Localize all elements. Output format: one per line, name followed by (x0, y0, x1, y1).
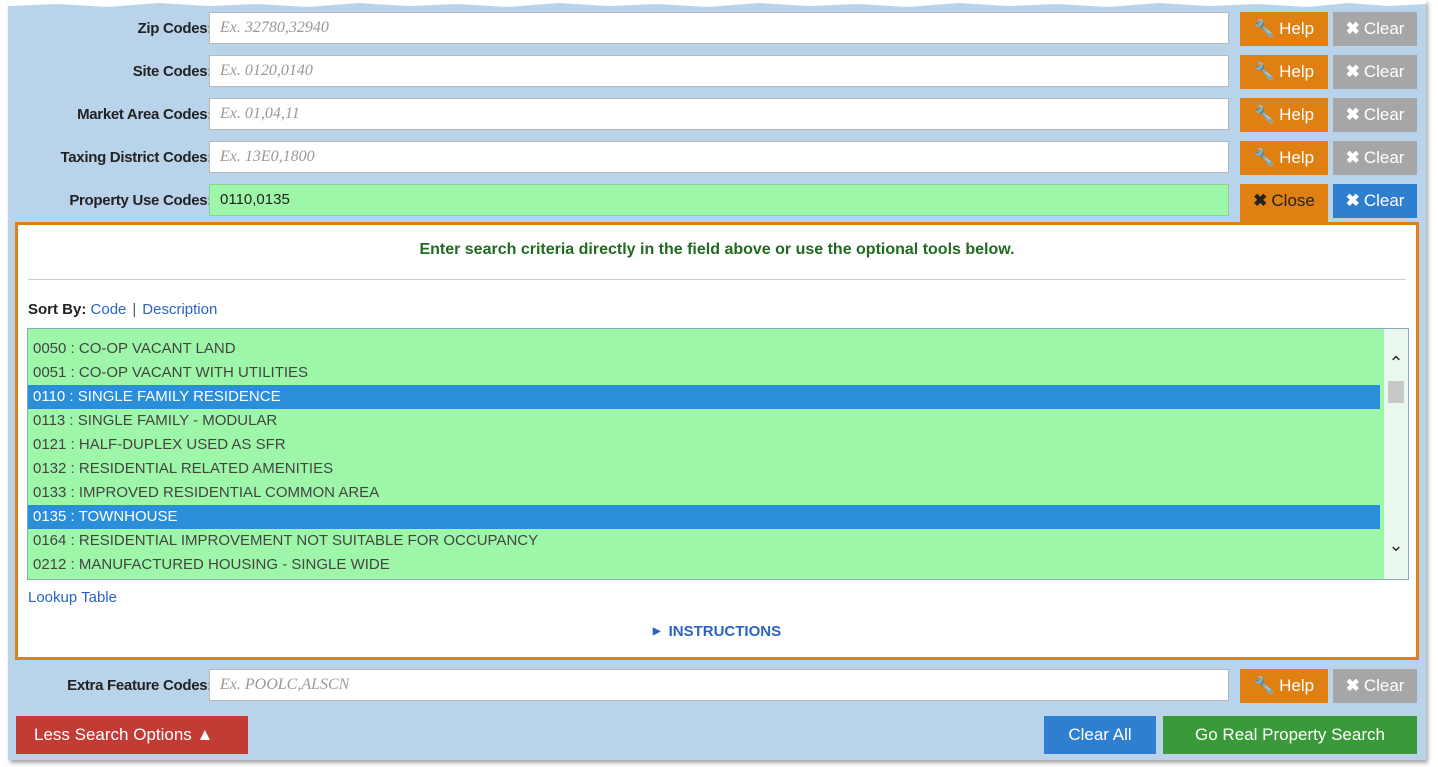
less-search-options-button[interactable]: Less Search Options ▲ (16, 716, 248, 754)
search-options-panel: Zip Codes: Ex. 32780,32940 🔧 Help ✖ Clear … (8, 0, 1426, 760)
chevron-up-icon[interactable]: ⌃ (1384, 351, 1408, 375)
go-real-property-search-button[interactable]: Go Real Property Search (1163, 716, 1417, 754)
property-use-codes-label: Property Use Codes: (69, 192, 212, 209)
clear-all-button[interactable]: Clear All (1044, 716, 1156, 754)
sort-by-code-link[interactable]: Code (91, 301, 127, 318)
sort-by-label: Sort By: (28, 301, 87, 318)
site-codes-help-button[interactable]: 🔧 Help (1240, 55, 1328, 89)
x-icon: ✖ (1345, 191, 1360, 210)
x-icon: ✖ (1345, 62, 1360, 81)
taxing-district-codes-input[interactable]: Ex. 13E0,1800 (209, 141, 1229, 173)
extra-feature-codes-row: Extra Feature Codes: Ex. POOLC,ALSCN 🔧 He… (8, 667, 1426, 705)
wrench-icon: 🔧 (1253, 148, 1276, 167)
property-use-codes-close-button[interactable]: ✖ Close (1240, 184, 1328, 222)
extra-feature-codes-clear-button[interactable]: ✖ Clear (1333, 669, 1417, 703)
wrench-icon: 🔧 (1253, 62, 1276, 81)
x-icon: ✖ (1345, 676, 1360, 695)
x-icon: ✖ (1345, 105, 1360, 124)
code-option[interactable]: 0113 : SINGLE FAMILY - MODULAR (28, 409, 1380, 433)
market-area-codes-row: Market Area Codes: Ex. 01,04,11 🔧 Help ✖ C… (8, 96, 1426, 134)
divider (28, 279, 1406, 280)
code-option[interactable]: 0121 : HALF-DUPLEX USED AS SFR (28, 433, 1380, 457)
code-option[interactable]: 0132 : RESIDENTIAL RELATED AMENITIES (28, 457, 1380, 481)
tools-hint: Enter search criteria directly in the fi… (419, 241, 1015, 258)
code-option[interactable]: 0050 : CO-OP VACANT LAND (28, 337, 1380, 361)
market-area-codes-input[interactable]: Ex. 01,04,11 (209, 98, 1229, 130)
wrench-icon: 🔧 (1253, 19, 1276, 38)
x-icon: ✖ (1345, 148, 1360, 167)
extra-feature-codes-input[interactable]: Ex. POOLC,ALSCN (209, 669, 1229, 701)
taxing-district-codes-row: Taxing District Codes: Ex. 13E0,1800 🔧 He… (8, 139, 1426, 177)
property-use-codes-clear-button[interactable]: ✖ Clear (1333, 184, 1417, 218)
scrollbar-thumb[interactable] (1388, 381, 1404, 403)
site-codes-input[interactable]: Ex. 0120,0140 (209, 55, 1229, 87)
zip-codes-input[interactable]: Ex. 32780,32940 (209, 12, 1229, 44)
code-option[interactable]: 0110 : SINGLE FAMILY RESIDENCE (28, 385, 1380, 409)
property-use-codes-row: Property Use Codes: 0110,0135 ✖ Close ✖ Cl… (8, 182, 1426, 222)
sort-by-description-link[interactable]: Description (142, 301, 217, 318)
sort-separator: | (132, 301, 137, 318)
property-use-codes-input[interactable]: 0110,0135 (209, 184, 1229, 216)
code-option[interactable]: 0212 : MANUFACTURED HOUSING - SINGLE WID… (28, 553, 1380, 577)
site-codes-label: Site Codes: (132, 63, 213, 80)
site-codes-clear-button[interactable]: ✖ Clear (1333, 55, 1417, 89)
market-area-codes-clear-button[interactable]: ✖ Clear (1333, 98, 1417, 132)
code-option[interactable]: 0135 : TOWNHOUSE (28, 505, 1380, 529)
code-option[interactable]: 0164 : RESIDENTIAL IMPROVEMENT NOT SUITA… (28, 529, 1380, 553)
wrench-icon: 🔧 (1253, 676, 1276, 695)
zip-codes-help-button[interactable]: 🔧 Help (1240, 12, 1328, 46)
taxing-district-codes-label: Taxing District Codes: (60, 149, 213, 166)
code-option[interactable]: 0051 : CO-OP VACANT WITH UTILITIES (28, 361, 1380, 385)
lookup-table-link[interactable]: Lookup Table (28, 589, 117, 606)
instructions-toggle[interactable]: ▶ INSTRUCTIONS (18, 623, 1416, 640)
property-use-codes-listbox[interactable]: 0050 : CO-OP VACANT LAND 0051 : CO-OP VAC… (27, 328, 1409, 580)
code-option[interactable]: 0133 : IMPROVED RESIDENTIAL COMMON AREA (28, 481, 1380, 505)
caret-right-icon: ▶ (652, 626, 661, 637)
code-list: 0050 : CO-OP VACANT LAND 0051 : CO-OP VAC… (28, 337, 1380, 577)
zip-codes-clear-button[interactable]: ✖ Clear (1333, 12, 1417, 46)
x-icon: ✖ (1253, 191, 1268, 210)
market-area-codes-label: Market Area Codes: (77, 106, 212, 123)
extra-feature-codes-help-button[interactable]: 🔧 Help (1240, 669, 1328, 703)
taxing-district-codes-help-button[interactable]: 🔧 Help (1240, 141, 1328, 175)
x-icon: ✖ (1345, 19, 1360, 38)
caret-up-icon: ▲ (196, 725, 214, 744)
taxing-district-codes-clear-button[interactable]: ✖ Clear (1333, 141, 1417, 175)
site-codes-row: Site Codes: Ex. 0120,0140 🔧 Help ✖ Clear (8, 53, 1426, 91)
wrench-icon: 🔧 (1253, 105, 1276, 124)
zip-codes-row: Zip Codes: Ex. 32780,32940 🔧 Help ✖ Clear (8, 10, 1426, 48)
sort-by: Sort By: Code | Description (28, 301, 217, 318)
property-use-tools-panel: Enter search criteria directly in the fi… (15, 222, 1419, 660)
listbox-scrollbar[interactable]: ⌃ ⌄ (1384, 329, 1408, 579)
chevron-down-icon[interactable]: ⌄ (1384, 533, 1408, 557)
torn-edge (8, 0, 1426, 7)
zip-codes-label: Zip Codes: (137, 20, 213, 37)
extra-feature-codes-label: Extra Feature Codes: (67, 677, 212, 694)
market-area-codes-help-button[interactable]: 🔧 Help (1240, 98, 1328, 132)
